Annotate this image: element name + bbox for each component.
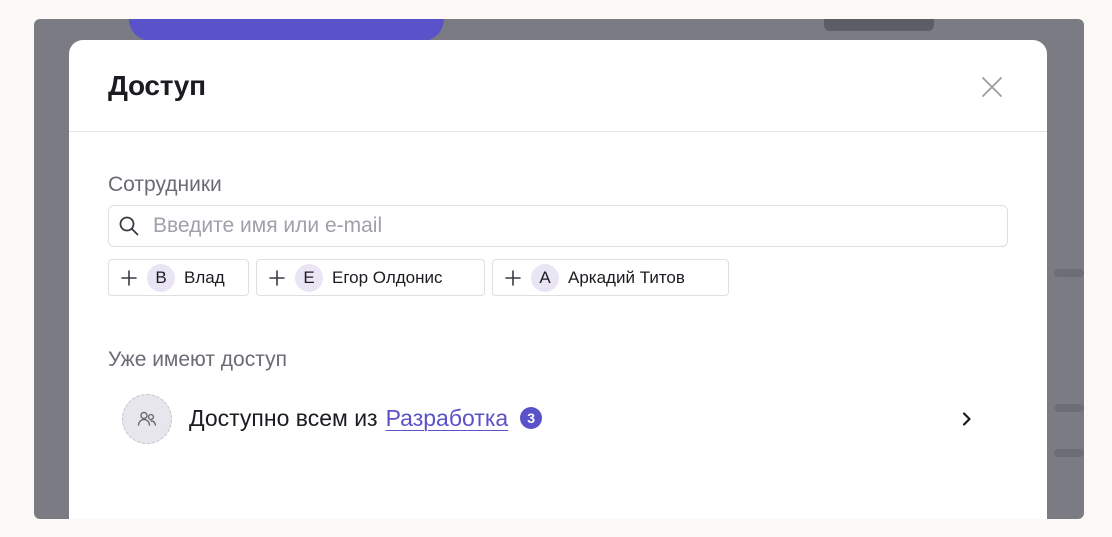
close-button[interactable] xyxy=(978,73,1006,101)
search-input[interactable] xyxy=(153,206,993,246)
avatar: А xyxy=(531,263,559,292)
add-employee-chip[interactable]: В Влад xyxy=(108,259,249,296)
has-access-label: Уже имеют доступ xyxy=(108,348,287,371)
group-link[interactable]: Разработка xyxy=(386,405,509,431)
background-text-line xyxy=(1054,404,1084,412)
background-text-line xyxy=(1054,449,1084,457)
plus-icon xyxy=(269,269,285,286)
background-element xyxy=(824,19,934,31)
employee-search-field[interactable] xyxy=(108,205,1008,247)
access-text: Доступно всем из xyxy=(189,405,378,431)
employees-label: Сотрудники xyxy=(108,173,222,196)
dialog-header: Доступ xyxy=(69,40,1047,132)
close-icon xyxy=(982,77,1002,97)
avatar: В xyxy=(147,263,175,292)
background-text-line xyxy=(1054,269,1084,277)
search-icon xyxy=(119,216,139,236)
app-background: Доступ Сотрудники В Влад Е Егор Олдонис xyxy=(34,19,1084,519)
group-access-row[interactable]: Доступно всем из Разработка 3 xyxy=(108,390,1006,450)
plus-icon xyxy=(505,269,521,286)
employee-name: Влад xyxy=(184,267,225,287)
group-avatar xyxy=(122,394,172,444)
access-description: Доступно всем из Разработка 3 xyxy=(189,405,543,432)
employee-name: Егор Олдонис xyxy=(332,267,443,287)
add-employee-chip[interactable]: А Аркадий Титов xyxy=(492,259,729,296)
plus-icon xyxy=(121,269,137,286)
access-dialog: Доступ Сотрудники В Влад Е Егор Олдонис xyxy=(69,40,1047,519)
member-count-badge: 3 xyxy=(520,407,543,429)
add-employee-chip[interactable]: Е Егор Олдонис xyxy=(256,259,485,296)
background-button xyxy=(129,19,444,41)
employee-name: Аркадий Титов xyxy=(568,267,685,287)
avatar: Е xyxy=(295,263,323,292)
dialog-title: Доступ xyxy=(108,70,206,101)
chevron-right-icon xyxy=(962,412,971,426)
users-icon xyxy=(137,411,157,426)
